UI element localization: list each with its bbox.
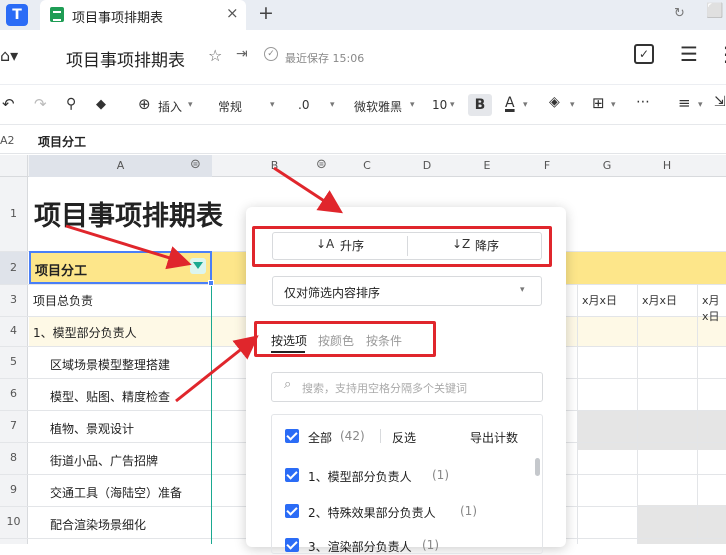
arrow-to-sort (273, 166, 344, 214)
arrow-to-tabs (175, 335, 259, 403)
arrow-to-filter-icon (65, 224, 192, 270)
annotation-arrows (65, 166, 344, 403)
